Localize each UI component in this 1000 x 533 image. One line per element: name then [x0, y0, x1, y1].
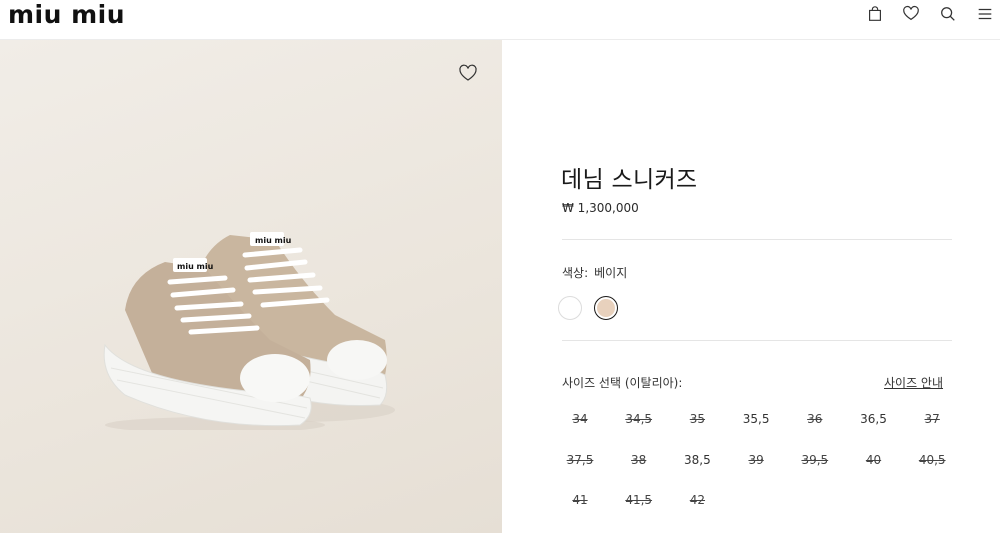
- color-swatch-white[interactable]: [558, 296, 582, 320]
- color-label: 색상:: [562, 266, 589, 280]
- size-option[interactable]: 40,5: [912, 453, 952, 467]
- color-swatch-beige[interactable]: [594, 296, 618, 320]
- size-option[interactable]: 38,5: [677, 453, 717, 467]
- product-price: ₩ 1,300,000: [562, 201, 639, 215]
- site-header: miu miu: [0, 0, 1000, 40]
- bag-icon[interactable]: [865, 4, 885, 24]
- sneakers-illustration: miu miu miu miu: [103, 232, 395, 430]
- size-option[interactable]: 37,5: [560, 453, 600, 467]
- size-option[interactable]: 41,5: [619, 493, 659, 507]
- size-option[interactable]: 40: [854, 453, 894, 467]
- size-option[interactable]: 35: [677, 412, 717, 426]
- product-image: miu miu miu miu: [0, 40, 502, 533]
- product-title: 데님 스니커즈: [561, 167, 698, 193]
- size-option[interactable]: 39,5: [795, 453, 835, 467]
- size-option[interactable]: 34,5: [619, 412, 659, 426]
- size-guide-link[interactable]: 사이즈 안내: [884, 374, 943, 391]
- size-selection-label: 사이즈 선택 (이탈리아):: [562, 376, 683, 390]
- size-option[interactable]: 42: [677, 493, 717, 507]
- svg-text:miu miu: miu miu: [255, 236, 292, 245]
- wishlist-heart-icon[interactable]: [901, 4, 921, 24]
- size-option[interactable]: 39: [736, 453, 776, 467]
- color-selection-label: 색상: 베이지: [562, 264, 627, 281]
- brand-logo[interactable]: miu miu: [8, 2, 125, 28]
- size-option[interactable]: 35,5: [736, 412, 776, 426]
- size-option[interactable]: 38: [619, 453, 659, 467]
- divider: [562, 239, 952, 240]
- add-to-wishlist-heart-icon[interactable]: [458, 64, 478, 82]
- divider: [562, 340, 952, 341]
- search-icon[interactable]: [938, 4, 958, 24]
- size-option[interactable]: 34: [560, 412, 600, 426]
- size-option[interactable]: 36,5: [854, 412, 894, 426]
- menu-icon[interactable]: [975, 4, 995, 24]
- size-option[interactable]: 36: [795, 412, 835, 426]
- product-info-panel: 데님 스니커즈 ₩ 1,300,000 색상: 베이지 사이즈 선택 (이탈리아)…: [502, 40, 1000, 533]
- svg-text:miu miu: miu miu: [177, 262, 214, 271]
- color-value: 베이지: [594, 266, 628, 280]
- size-option[interactable]: 37: [912, 412, 952, 426]
- size-option[interactable]: 41: [560, 493, 600, 507]
